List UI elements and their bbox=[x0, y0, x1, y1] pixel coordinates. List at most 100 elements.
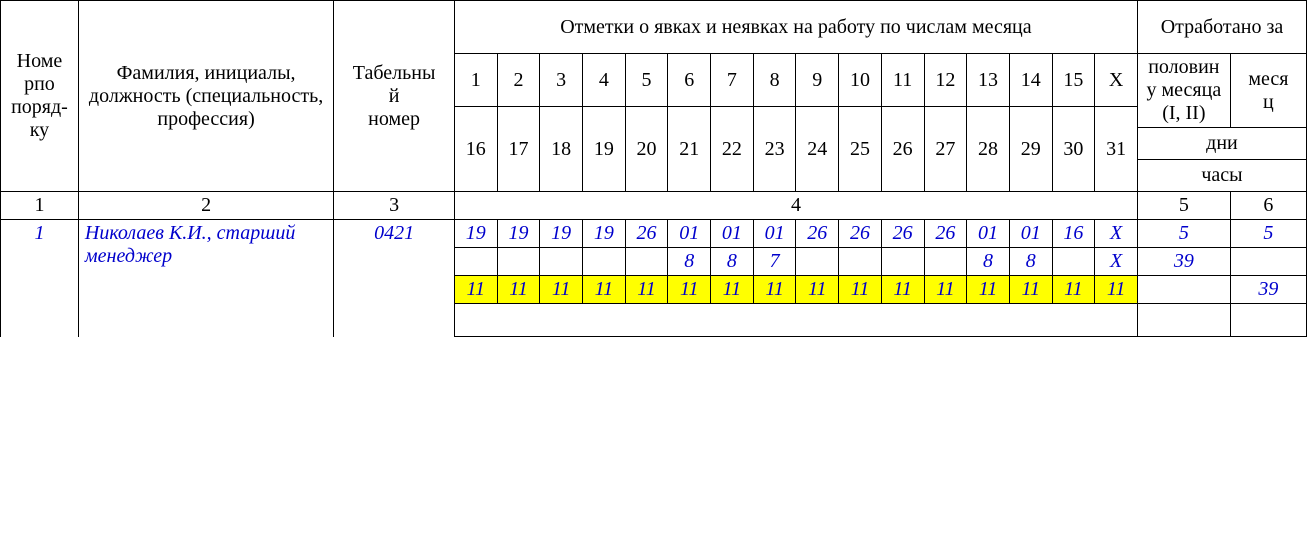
header-month: месяц bbox=[1230, 54, 1306, 128]
cell-r3-7: 11 bbox=[711, 276, 754, 304]
cell-r1-15: 16 bbox=[1052, 220, 1095, 248]
cell-r2-11 bbox=[881, 248, 924, 276]
header-hours-label: часы bbox=[1138, 160, 1306, 191]
cell-r2-5 bbox=[625, 248, 668, 276]
cell-r3-12: 11 bbox=[924, 276, 967, 304]
cell-r2-6: 8 bbox=[668, 248, 711, 276]
header-day-3: 3 bbox=[540, 54, 583, 107]
cell-month-r1: 5 bbox=[1230, 220, 1306, 248]
cell-r2-9 bbox=[796, 248, 839, 276]
cell-r3-9: 11 bbox=[796, 276, 839, 304]
cell-r1-13: 01 bbox=[967, 220, 1010, 248]
cell-r1-2: 19 bbox=[497, 220, 540, 248]
header-tab-no: Табельныйномер bbox=[334, 1, 455, 192]
cell-r2-8: 7 bbox=[753, 248, 796, 276]
header-day-16: 16 bbox=[454, 107, 497, 192]
header-days-label: дни bbox=[1138, 128, 1306, 160]
cell-r2-7: 8 bbox=[711, 248, 754, 276]
cell-r1-7: 01 bbox=[711, 220, 754, 248]
cell-r1-x: X bbox=[1095, 220, 1138, 248]
header-full-name: Фамилия, инициалы, должность (специально… bbox=[78, 1, 333, 192]
cell-r1-9: 26 bbox=[796, 220, 839, 248]
cell-r1-5: 26 bbox=[625, 220, 668, 248]
cell-r2-3 bbox=[540, 248, 583, 276]
cell-r2-12 bbox=[924, 248, 967, 276]
cell-r3-10: 11 bbox=[839, 276, 882, 304]
header-day-30: 30 bbox=[1052, 107, 1095, 192]
cell-r3-11: 11 bbox=[881, 276, 924, 304]
colnum-2: 2 bbox=[78, 192, 333, 220]
header-day-5: 5 bbox=[625, 54, 668, 107]
header-day-18: 18 bbox=[540, 107, 583, 192]
colnum-3: 3 bbox=[334, 192, 455, 220]
empty-half bbox=[1137, 304, 1230, 337]
header-days-hours: дни часы bbox=[1137, 128, 1306, 192]
cell-r1-4: 19 bbox=[583, 220, 626, 248]
cell-r2-10 bbox=[839, 248, 882, 276]
cell-r3-2: 11 bbox=[497, 276, 540, 304]
cell-r2-1 bbox=[454, 248, 497, 276]
header-day-10: 10 bbox=[839, 54, 882, 107]
cell-r1-11: 26 bbox=[881, 220, 924, 248]
cell-half-r3 bbox=[1137, 276, 1230, 304]
cell-r3-14: 11 bbox=[1009, 276, 1052, 304]
header-day-17: 17 bbox=[497, 107, 540, 192]
header-day-14: 14 bbox=[1009, 54, 1052, 107]
timesheet-table: Номерпопоряд-ку Фамилия, инициалы, должн… bbox=[0, 0, 1307, 337]
cell-r1-6: 01 bbox=[668, 220, 711, 248]
header-day-1: 1 bbox=[454, 54, 497, 107]
header-worked-title: Отработано за bbox=[1137, 1, 1306, 54]
cell-month-r2 bbox=[1230, 248, 1306, 276]
cell-month-r3: 39 bbox=[1230, 276, 1306, 304]
cell-half-r1: 5 bbox=[1137, 220, 1230, 248]
header-order-no: Номерпопоряд-ку bbox=[1, 1, 79, 192]
cell-r3-5: 11 bbox=[625, 276, 668, 304]
header-day-8: 8 bbox=[753, 54, 796, 107]
cell-r3-15: 11 bbox=[1052, 276, 1095, 304]
cell-r2-15 bbox=[1052, 248, 1095, 276]
header-day-27: 27 bbox=[924, 107, 967, 192]
cell-r3-6: 11 bbox=[668, 276, 711, 304]
header-day-25: 25 bbox=[839, 107, 882, 192]
cell-r3-8: 11 bbox=[753, 276, 796, 304]
header-day-26: 26 bbox=[881, 107, 924, 192]
cell-name: Николаев К.И., старший менеджер bbox=[78, 220, 333, 337]
cell-tab-no: 0421 bbox=[334, 220, 455, 337]
header-day-22: 22 bbox=[711, 107, 754, 192]
header-day-19: 19 bbox=[583, 107, 626, 192]
cell-r2-14: 8 bbox=[1009, 248, 1052, 276]
header-day-6: 6 bbox=[668, 54, 711, 107]
colnum-1: 1 bbox=[1, 192, 79, 220]
header-day-15: 15 bbox=[1052, 54, 1095, 107]
cell-r1-10: 26 bbox=[839, 220, 882, 248]
cell-r2-4 bbox=[583, 248, 626, 276]
cell-half-r2: 39 bbox=[1137, 248, 1230, 276]
colnum-5: 5 bbox=[1137, 192, 1230, 220]
header-day-21: 21 bbox=[668, 107, 711, 192]
cell-r3-4: 11 bbox=[583, 276, 626, 304]
header-marks-title: Отметки о явках и неявках на работу по ч… bbox=[454, 1, 1137, 54]
cell-r3-16: 11 bbox=[1095, 276, 1138, 304]
cell-r3-1: 11 bbox=[454, 276, 497, 304]
cell-r1-8: 01 bbox=[753, 220, 796, 248]
header-day-23: 23 bbox=[753, 107, 796, 192]
header-day-13: 13 bbox=[967, 54, 1010, 107]
cell-r1-3: 19 bbox=[540, 220, 583, 248]
header-day-7: 7 bbox=[711, 54, 754, 107]
header-day-9: 9 bbox=[796, 54, 839, 107]
header-day-2: 2 bbox=[497, 54, 540, 107]
colnum-4: 4 bbox=[454, 192, 1137, 220]
colnum-6: 6 bbox=[1230, 192, 1306, 220]
header-half-month: половину месяца(I, II) bbox=[1137, 54, 1230, 128]
cell-order-no: 1 bbox=[1, 220, 79, 337]
header-day-11: 11 bbox=[881, 54, 924, 107]
cell-r2-x: X bbox=[1095, 248, 1138, 276]
empty-month bbox=[1230, 304, 1306, 337]
header-day-12: 12 bbox=[924, 54, 967, 107]
empty-days bbox=[454, 304, 1137, 337]
cell-r1-1: 19 bbox=[454, 220, 497, 248]
header-day-4: 4 bbox=[583, 54, 626, 107]
header-day-29: 29 bbox=[1009, 107, 1052, 192]
header-day-x: X bbox=[1095, 54, 1138, 107]
cell-r2-2 bbox=[497, 248, 540, 276]
